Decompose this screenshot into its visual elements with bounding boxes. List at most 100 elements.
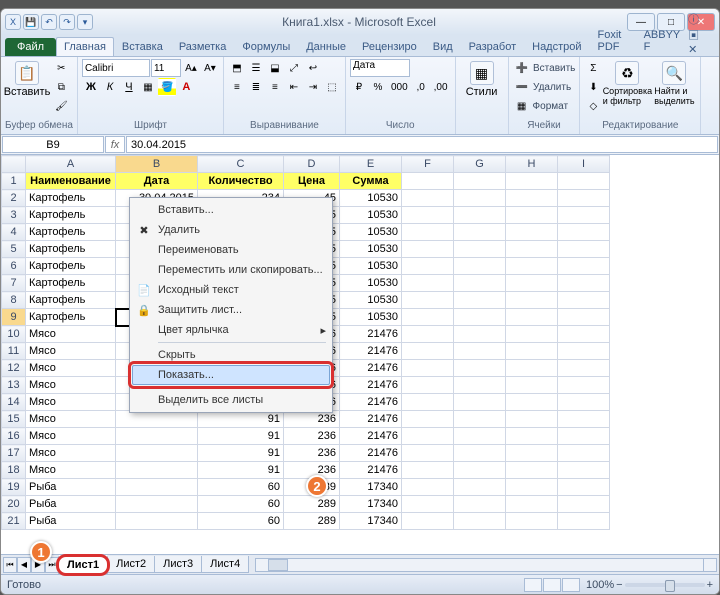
cell[interactable]: 60 <box>198 513 284 530</box>
cell[interactable]: Мясо <box>26 394 116 411</box>
row-header-21[interactable]: 21 <box>2 513 26 530</box>
inc-decimal-icon[interactable]: ,0 <box>412 78 430 96</box>
row-header-19[interactable]: 19 <box>2 479 26 496</box>
cell[interactable]: 10530 <box>340 258 402 275</box>
cell[interactable]: 17340 <box>340 513 402 530</box>
formula-input[interactable]: 30.04.2015 <box>126 136 718 153</box>
cell[interactable]: Мясо <box>26 445 116 462</box>
header-cell[interactable]: Дата <box>116 173 198 190</box>
cell[interactable]: Картофель <box>26 275 116 292</box>
row-header-17[interactable]: 17 <box>2 445 26 462</box>
clear-icon[interactable]: ◇ <box>584 97 602 115</box>
styles-button[interactable]: ▦ Стили <box>460 59 504 100</box>
cell[interactable]: Мясо <box>26 343 116 360</box>
cell[interactable]: Мясо <box>26 428 116 445</box>
insert-cell-icon[interactable]: ➕ <box>513 59 531 77</box>
horizontal-scrollbar[interactable] <box>255 558 717 572</box>
percent-icon[interactable]: % <box>369 78 387 96</box>
cell[interactable]: 289 <box>284 513 340 530</box>
tab-home[interactable]: Главная <box>56 37 114 56</box>
cell[interactable]: Картофель <box>26 258 116 275</box>
cell[interactable] <box>116 462 198 479</box>
cell[interactable] <box>116 445 198 462</box>
col-header-E[interactable]: E <box>340 156 402 173</box>
undo-icon[interactable]: ↶ <box>41 14 57 30</box>
align-left-icon[interactable]: ≡ <box>228 78 246 96</box>
cell[interactable]: 91 <box>198 411 284 428</box>
cell[interactable]: 21476 <box>340 326 402 343</box>
cell[interactable]: Картофель <box>26 241 116 258</box>
cell[interactable]: Картофель <box>26 207 116 224</box>
redo-icon[interactable]: ↷ <box>59 14 75 30</box>
row-header-3[interactable]: 3 <box>2 207 26 224</box>
cell[interactable]: Мясо <box>26 360 116 377</box>
cell[interactable]: Мясо <box>26 462 116 479</box>
sheet-tab-1[interactable]: Лист1 <box>58 555 108 574</box>
merge-icon[interactable]: ⬚ <box>323 78 341 96</box>
tab-view[interactable]: Вид <box>425 37 461 56</box>
font-name-select[interactable] <box>82 59 150 77</box>
cell[interactable]: Мясо <box>26 326 116 343</box>
ctx-insert[interactable]: Вставить... <box>132 200 330 220</box>
cell[interactable]: 236 <box>284 428 340 445</box>
font-color-icon[interactable]: А <box>177 78 195 96</box>
bold-icon[interactable]: Ж <box>82 78 100 96</box>
cell[interactable] <box>116 479 198 496</box>
ctx-delete[interactable]: ✖Удалить <box>132 220 330 240</box>
ctx-move[interactable]: Переместить или скопировать... <box>132 260 330 280</box>
zoom-slider[interactable] <box>625 583 705 587</box>
cell[interactable]: 10530 <box>340 190 402 207</box>
ctx-select-all[interactable]: Выделить все листы <box>132 390 330 410</box>
row-header-18[interactable]: 18 <box>2 462 26 479</box>
row-header-9[interactable]: 9 <box>2 309 26 326</box>
ctx-code[interactable]: 📄Исходный текст <box>132 280 330 300</box>
currency-icon[interactable]: ₽ <box>350 78 368 96</box>
cell[interactable]: 21476 <box>340 462 402 479</box>
col-header-B[interactable]: B <box>116 156 198 173</box>
row-header-15[interactable]: 15 <box>2 411 26 428</box>
tab-data[interactable]: Данные <box>298 37 354 56</box>
cell[interactable]: 10530 <box>340 292 402 309</box>
cell[interactable]: 21476 <box>340 428 402 445</box>
row-header-7[interactable]: 7 <box>2 275 26 292</box>
cell[interactable]: 91 <box>198 445 284 462</box>
row-header-10[interactable]: 10 <box>2 326 26 343</box>
border-icon[interactable]: ▦ <box>139 78 157 96</box>
tab-review[interactable]: Рецензиро <box>354 37 425 56</box>
cell[interactable]: 60 <box>198 496 284 513</box>
grow-font-icon[interactable]: A▴ <box>182 59 200 77</box>
view-break-icon[interactable] <box>562 578 580 592</box>
cell[interactable]: 236 <box>284 445 340 462</box>
col-header-F[interactable]: F <box>402 156 454 173</box>
cell[interactable]: 60 <box>198 479 284 496</box>
delete-cell-icon[interactable]: ➖ <box>513 78 531 96</box>
cell[interactable]: 10530 <box>340 275 402 292</box>
orientation-icon[interactable]: ⤢ <box>285 59 303 77</box>
cell[interactable]: 21476 <box>340 377 402 394</box>
view-normal-icon[interactable] <box>524 578 542 592</box>
excel-icon[interactable]: X <box>5 14 21 30</box>
row-header-14[interactable]: 14 <box>2 394 26 411</box>
row-header-6[interactable]: 6 <box>2 258 26 275</box>
name-box[interactable]: B9 <box>2 136 104 153</box>
align-middle-icon[interactable]: ☰ <box>247 59 265 77</box>
cell[interactable]: 17340 <box>340 479 402 496</box>
row-header-8[interactable]: 8 <box>2 292 26 309</box>
header-cell[interactable]: Сумма <box>340 173 402 190</box>
cell[interactable]: Мясо <box>26 411 116 428</box>
shrink-font-icon[interactable]: A▾ <box>201 59 219 77</box>
zoom-in-icon[interactable]: + <box>707 579 713 591</box>
row-header-5[interactable]: 5 <box>2 241 26 258</box>
cell[interactable]: Рыба <box>26 496 116 513</box>
select-all[interactable] <box>2 156 26 173</box>
align-top-icon[interactable]: ⬒ <box>228 59 246 77</box>
tab-abbyy[interactable]: ABBYY F <box>636 25 689 56</box>
autosum-icon[interactable]: Σ <box>584 59 602 77</box>
col-header-H[interactable]: H <box>506 156 558 173</box>
ctx-color[interactable]: Цвет ярлычка▸ <box>132 320 330 340</box>
cell[interactable]: 289 <box>284 496 340 513</box>
save-icon[interactable]: 💾 <box>23 14 39 30</box>
find-select-button[interactable]: 🔍 Найти и выделить <box>652 59 696 108</box>
ctx-protect[interactable]: 🔒Защитить лист... <box>132 300 330 320</box>
help-icon[interactable]: ⓘ ▣ ✕ <box>688 11 711 56</box>
